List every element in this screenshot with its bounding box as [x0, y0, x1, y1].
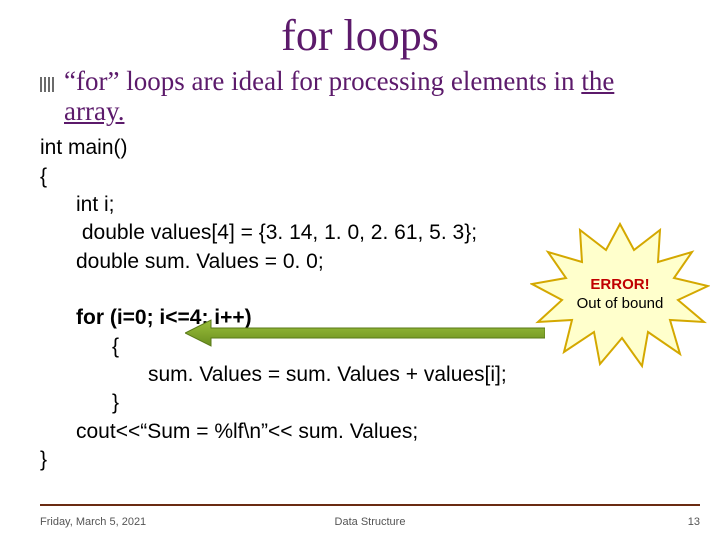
code-line: int main()	[40, 134, 680, 162]
code-line: }	[40, 389, 680, 417]
bullet-item: “for” loops are ideal for processing ele…	[40, 67, 680, 126]
bullet-text-pre: “for” loops are ideal for processing ele…	[64, 66, 581, 96]
code-line: {	[40, 163, 680, 191]
footer-center: Data Structure	[40, 516, 700, 528]
callout-text: ERROR! Out of bound	[530, 276, 710, 314]
code-line: int i;	[40, 191, 680, 219]
footer-divider	[40, 504, 700, 506]
slide-footer: Friday, March 5, 2021 Data Structure 13	[40, 516, 700, 528]
slide-title: for loops	[40, 10, 680, 61]
bullet-icon	[40, 77, 54, 92]
code-line: }	[40, 446, 680, 474]
code-line: cout<<“Sum = %lf\n”<< sum. Values;	[40, 418, 680, 446]
callout-error: ERROR!	[530, 276, 710, 295]
slide: for loops “for” loops are ideal for proc…	[0, 0, 720, 540]
callout-detail: Out of bound	[530, 295, 710, 314]
bullet-text: “for” loops are ideal for processing ele…	[64, 67, 680, 126]
error-callout: ERROR! Out of bound	[530, 220, 710, 370]
